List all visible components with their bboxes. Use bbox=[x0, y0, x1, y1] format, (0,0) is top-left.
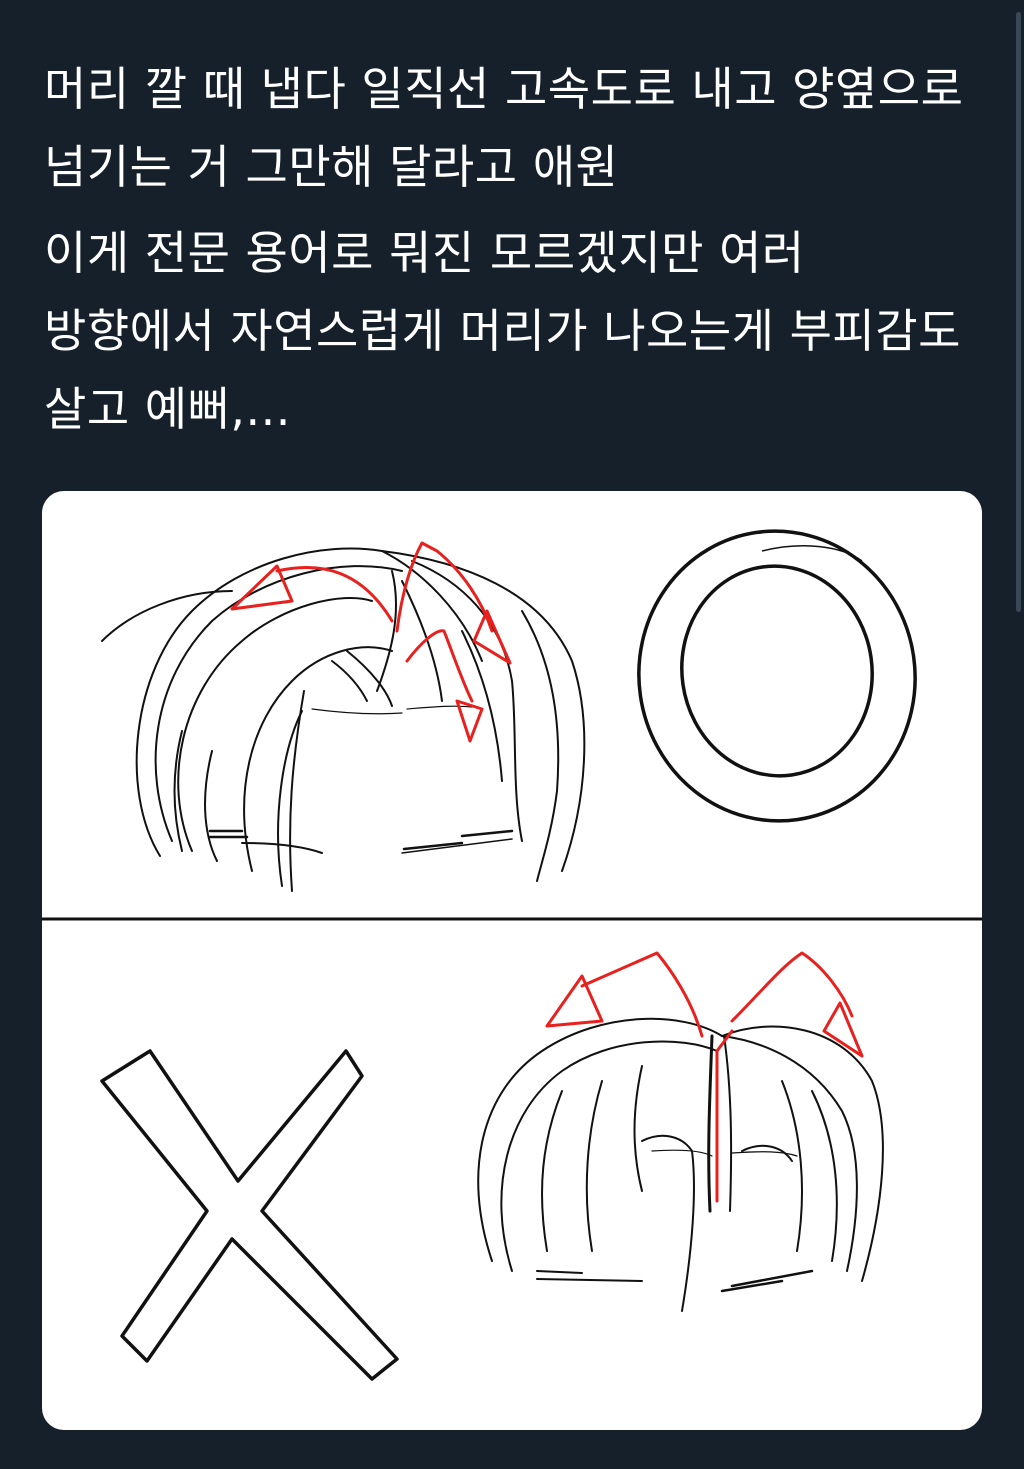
x-mark bbox=[100, 1049, 399, 1381]
hair-sketch-good bbox=[101, 547, 586, 892]
scrollbar-thumb[interactable] bbox=[1016, 12, 1021, 612]
tweet-text: 머리 깔 때 냅다 일직선 고속도로 내고 양옆으로 넘기는 거 그만해 달라고… bbox=[44, 50, 974, 456]
tweet-paragraph-1: 머리 깔 때 냅다 일직선 고속도로 내고 양옆으로 넘기는 거 그만해 달라고… bbox=[44, 62, 964, 194]
hair-sketch-bad bbox=[477, 1017, 884, 1312]
tweet-media-image[interactable] bbox=[42, 491, 982, 1430]
scrollbar[interactable] bbox=[1015, 0, 1022, 1469]
tweet-paragraph-2: 이게 전문 용어로 뭐진 모르겠지만 여러 방향에서 자연스럽게 머리가 나오는… bbox=[44, 226, 961, 436]
hair-comparison-illustration bbox=[42, 529, 982, 1381]
circle-o-mark bbox=[637, 529, 917, 823]
